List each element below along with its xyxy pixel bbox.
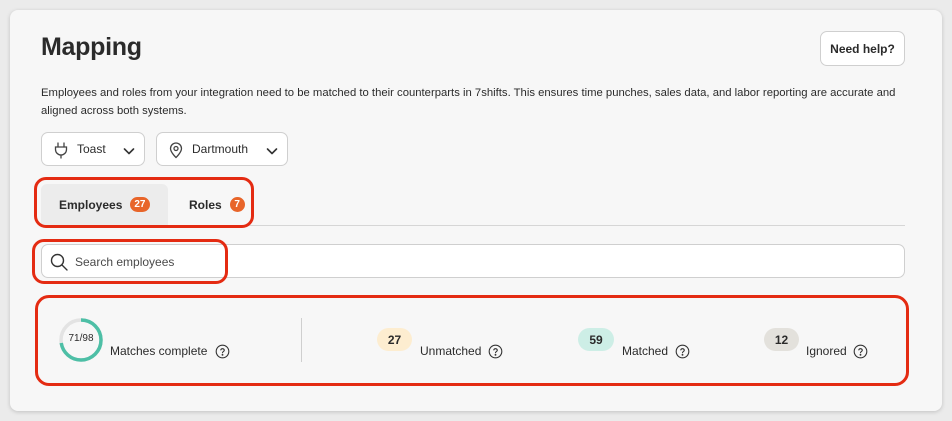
ignored-label: Ignored [806, 344, 847, 358]
match-progress-text: 71/98 [68, 333, 94, 344]
unmatched-count-pill: 27 [377, 328, 412, 351]
tab-roles[interactable]: Roles 7 [178, 184, 256, 225]
help-circle-icon[interactable] [215, 344, 230, 359]
help-circle-icon[interactable] [853, 344, 868, 359]
help-circle-icon[interactable] [488, 344, 503, 359]
matched-count-pill: 59 [578, 328, 614, 351]
ignored-count-pill: 12 [764, 328, 799, 351]
matched-label: Matched [622, 344, 669, 358]
help-circle-icon[interactable] [675, 344, 690, 359]
page-title: Mapping [41, 33, 142, 61]
roles-count-badge: 7 [229, 197, 245, 212]
chevron-down-icon [266, 148, 278, 155]
stats-divider [301, 318, 302, 362]
matches-complete-label: Matches complete [110, 344, 208, 358]
search-input[interactable] [75, 253, 775, 271]
employees-count-badge: 27 [130, 197, 150, 212]
integration-select[interactable]: Toast [41, 132, 145, 166]
tab-roles-label: Roles [189, 197, 222, 212]
need-help-button[interactable]: Need help? [820, 31, 905, 66]
plug-icon [54, 142, 68, 159]
search-bar[interactable] [41, 244, 905, 278]
location-select[interactable]: Dartmouth [156, 132, 288, 166]
page-description: Employees and roles from your integratio… [41, 87, 896, 117]
tab-employees[interactable]: Employees 27 [41, 184, 168, 225]
tab-employees-label: Employees [59, 197, 123, 212]
location-select-value: Dartmouth [192, 142, 249, 156]
chevron-down-icon [123, 148, 135, 155]
search-icon [50, 253, 68, 271]
unmatched-label: Unmatched [420, 344, 482, 358]
integration-select-value: Toast [77, 142, 106, 156]
location-pin-icon [169, 142, 183, 159]
tabs-divider [41, 225, 905, 226]
